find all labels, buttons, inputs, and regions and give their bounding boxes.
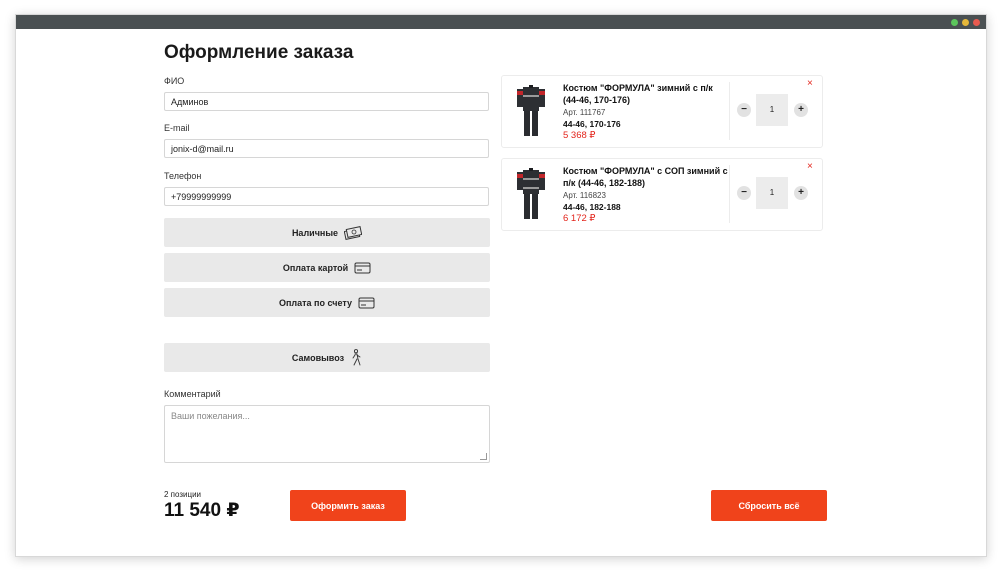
qty-plus-button[interactable]: + <box>794 103 808 117</box>
payment-card-button[interactable]: Оплата картой <box>164 253 490 282</box>
phone-field[interactable]: +79999999999 <box>164 187 489 206</box>
cart-item: Костюм "ФОРМУЛА" с СОП зимний с п/к (44-… <box>501 158 823 231</box>
qty-input[interactable]: 1 <box>756 94 788 126</box>
divider <box>729 165 730 223</box>
items-count: 2 позиции <box>164 490 202 499</box>
payment-cash-button[interactable]: Наличные <box>164 218 490 247</box>
product-image <box>517 168 545 219</box>
comment-textarea[interactable]: Ваши пожелания... <box>164 405 490 463</box>
pickup-button[interactable]: Самовывоз <box>164 343 490 372</box>
product-sku: Арт. 111767 <box>563 108 606 117</box>
order-total: 11 540 ₽ <box>164 500 240 521</box>
resize-handle-icon[interactable] <box>480 453 487 460</box>
payment-card-label: Оплата картой <box>282 262 349 273</box>
email-field[interactable]: jonix-d@mail.ru <box>164 139 489 158</box>
fio-label: ФИО <box>164 76 185 86</box>
cart-item: Костюм "ФОРМУЛА" зимний с п/к (44-46, 17… <box>501 75 823 148</box>
pickup-label: Самовывоз <box>291 352 345 363</box>
payment-cash-label: Наличные <box>291 227 339 238</box>
card-icon <box>354 262 371 273</box>
remove-item-icon[interactable]: × <box>807 162 813 172</box>
maximize-dot-icon[interactable] <box>951 19 958 26</box>
card-icon <box>358 297 375 308</box>
qty-minus-button[interactable]: − <box>737 186 751 200</box>
qty-input[interactable]: 1 <box>756 177 788 209</box>
close-dot-icon[interactable] <box>973 19 980 26</box>
browser-window: Оформление заказа ФИО Админов E-mail jon… <box>15 14 987 557</box>
page-title: Оформление заказа <box>164 42 354 63</box>
payment-invoice-label: Оплата по счету <box>278 297 353 308</box>
cash-icon <box>344 225 363 240</box>
product-name[interactable]: Костюм "ФОРМУЛА" с СОП зимний с п/к (44-… <box>563 165 728 189</box>
product-sku: Арт. 116823 <box>563 191 606 200</box>
reset-all-label: Сбросить всё <box>738 500 800 511</box>
qty-minus-button[interactable]: − <box>737 103 751 117</box>
product-size: 44-46, 170-176 <box>563 119 621 129</box>
product-price: 6 172 ₽ <box>563 213 596 224</box>
comment-placeholder: Ваши пожелания... <box>171 411 250 421</box>
phone-label: Телефон <box>164 171 202 181</box>
divider <box>729 82 730 140</box>
remove-item-icon[interactable]: × <box>807 79 813 89</box>
payment-invoice-button[interactable]: Оплата по счету <box>164 288 490 317</box>
product-image <box>517 85 545 136</box>
email-label: E-mail <box>164 123 190 133</box>
submit-order-button[interactable]: Оформить заказ <box>290 490 406 521</box>
walking-person-icon <box>352 349 361 366</box>
product-size: 44-46, 182-188 <box>563 202 621 212</box>
fio-field[interactable]: Админов <box>164 92 489 111</box>
minimize-dot-icon[interactable] <box>962 19 969 26</box>
comment-label: Комментарий <box>164 389 221 399</box>
reset-all-button[interactable]: Сбросить всё <box>711 490 827 521</box>
window-titlebar <box>16 15 986 29</box>
qty-plus-button[interactable]: + <box>794 186 808 200</box>
submit-order-label: Оформить заказ <box>311 500 385 511</box>
product-name[interactable]: Костюм "ФОРМУЛА" зимний с п/к (44-46, 17… <box>563 82 728 106</box>
product-price: 5 368 ₽ <box>563 130 596 141</box>
